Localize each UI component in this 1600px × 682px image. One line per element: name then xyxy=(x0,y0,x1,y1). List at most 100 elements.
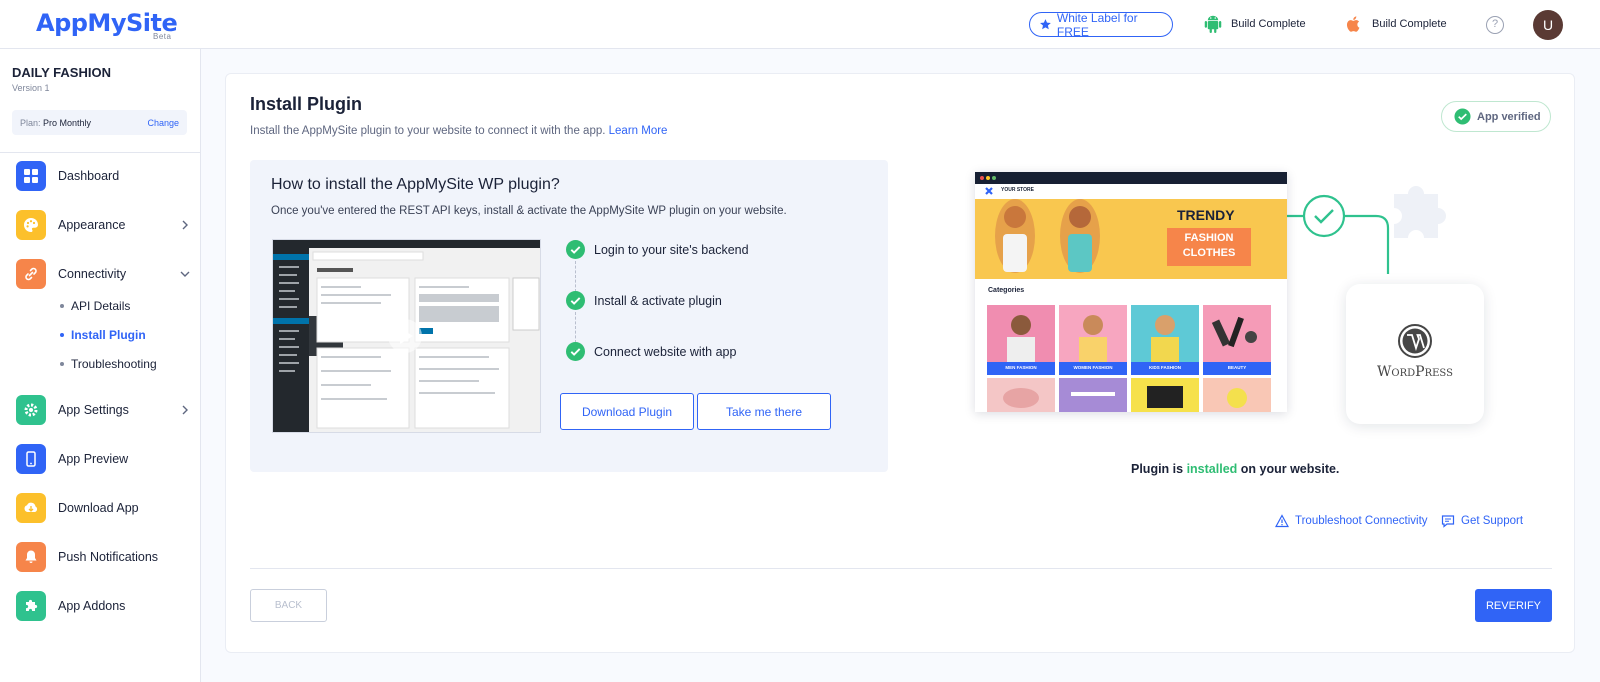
step-label: Login to your site's backend xyxy=(594,242,749,257)
app-verified-badge: App verified xyxy=(1441,101,1551,132)
sidebar-item-download-app[interactable]: Download App xyxy=(16,492,192,524)
category-label: KIDS FASHION xyxy=(1148,365,1181,370)
category-label: MEN FASHION xyxy=(1005,365,1037,370)
plan-text: Plan: Pro Monthly xyxy=(20,118,91,128)
sidebar-item-push-notifications[interactable]: Push Notifications xyxy=(16,541,192,573)
plan-value: Pro Monthly xyxy=(43,117,92,128)
sidebar-item-label: App Preview xyxy=(58,452,129,466)
step-connect: Connect website with app xyxy=(566,342,736,361)
subitem-label: API Details xyxy=(71,299,131,313)
sidebar-item-app-addons[interactable]: App Addons xyxy=(16,590,192,622)
ios-build-status[interactable]: Build Complete xyxy=(1345,13,1447,35)
tutorial-video[interactable] xyxy=(272,239,541,433)
bullet xyxy=(60,304,64,308)
dashboard-icon xyxy=(16,161,46,191)
banner-tag-2: CLOTHES xyxy=(1182,247,1236,259)
sidebar-item-label: Push Notifications xyxy=(58,550,159,564)
verified-text: App verified xyxy=(1477,110,1541,123)
connector-check-circle xyxy=(1302,194,1346,238)
sidebar-subitem-install-plugin[interactable]: Install Plugin xyxy=(60,328,146,342)
sidebar-item-label: App Addons xyxy=(58,599,126,613)
step-connector xyxy=(575,261,576,292)
plugin-status: Plugin is installed on your website. xyxy=(1131,462,1339,476)
check-circle-icon xyxy=(566,291,585,310)
status-highlight: installed xyxy=(1186,462,1238,476)
status-suffix: on your website. xyxy=(1240,462,1340,476)
troubleshoot-connectivity-link[interactable]: Troubleshoot Connectivity xyxy=(1275,514,1428,528)
help-icon[interactable]: ? xyxy=(1486,16,1504,34)
back-button[interactable]: BACK xyxy=(250,589,327,622)
wp-admin-screenshot xyxy=(273,240,540,432)
store-brand: YOUR STORE xyxy=(1001,187,1034,193)
subtitle-text: Install the AppMySite plugin to your web… xyxy=(250,125,606,137)
white-label-button[interactable]: White Label for FREE xyxy=(1029,11,1173,39)
troubleshoot-label: Troubleshoot Connectivity xyxy=(1295,515,1428,527)
sidebar-item-label: Connectivity xyxy=(58,267,127,281)
get-support-link[interactable]: Get Support xyxy=(1441,514,1523,528)
download-plugin-button[interactable]: Download Plugin xyxy=(560,393,694,430)
step-label: Connect website with app xyxy=(594,344,737,359)
plan-key: Plan: xyxy=(20,117,41,128)
subitem-label: Install Plugin xyxy=(71,328,146,342)
link-icon xyxy=(16,259,46,289)
sidebar-item-label: Download App xyxy=(58,501,139,515)
sidebar-item-connectivity[interactable]: Connectivity xyxy=(16,258,192,290)
change-plan-link[interactable]: Change xyxy=(147,118,179,128)
check-circle-icon xyxy=(566,240,585,259)
step-install: Install & activate plugin xyxy=(566,291,722,310)
bullet xyxy=(60,333,64,337)
page-title: Install Plugin xyxy=(250,94,363,114)
how-to-install-panel: How to install the AppMySite WP plugin? … xyxy=(250,160,888,472)
sidebar-item-dashboard[interactable]: Dashboard xyxy=(16,160,192,192)
sidebar-subitem-troubleshooting[interactable]: Troubleshooting xyxy=(60,357,157,371)
user-avatar[interactable]: U xyxy=(1533,10,1563,40)
sidebar: DAILY FASHION Version 1 Plan: Pro Monthl… xyxy=(0,49,201,682)
sidebar-item-label: Appearance xyxy=(58,218,126,232)
banner-tag-1: FASHION xyxy=(1184,232,1234,244)
sidebar-item-appearance[interactable]: Appearance xyxy=(16,209,192,241)
check-circle-icon xyxy=(1454,108,1471,125)
top-bar: AppMySite Beta White Label for FREE Buil… xyxy=(0,0,1600,49)
learn-more-link[interactable]: Learn More xyxy=(609,125,668,137)
star-icon xyxy=(1040,19,1051,30)
chevron-right-icon xyxy=(182,220,188,230)
step-login: Login to your site's backend xyxy=(566,240,749,259)
page-subtitle: Install the AppMySite plugin to your web… xyxy=(250,125,667,137)
bell-icon xyxy=(16,542,46,572)
ios-status-text: Build Complete xyxy=(1372,18,1447,30)
footer-divider xyxy=(250,568,1552,569)
wordpress-icon xyxy=(1398,324,1432,358)
app-version: Version 1 xyxy=(12,83,50,93)
install-plugin-card: Install Plugin Install the AppMySite plu… xyxy=(225,73,1575,653)
sidebar-item-app-preview[interactable]: App Preview xyxy=(16,443,192,475)
step-label: Install & activate plugin xyxy=(594,293,722,308)
take-me-there-button[interactable]: Take me there xyxy=(697,393,831,430)
android-status-text: Build Complete xyxy=(1231,18,1306,30)
cloud-download-icon xyxy=(16,493,46,523)
reverify-button[interactable]: REVERIFY xyxy=(1475,589,1552,622)
sidebar-item-app-settings[interactable]: App Settings xyxy=(16,394,192,426)
wordpress-wordmark: WordPress xyxy=(1377,364,1453,380)
sidebar-subitem-api-details[interactable]: API Details xyxy=(60,299,130,313)
check-circle-icon xyxy=(566,342,585,361)
beta-badge: Beta xyxy=(153,32,172,41)
wordpress-card: WordPress xyxy=(1346,284,1484,424)
android-build-status[interactable]: Build Complete xyxy=(1204,13,1306,35)
puzzle-icon xyxy=(16,591,46,621)
chevron-down-icon xyxy=(180,271,190,277)
status-prefix: Plugin is xyxy=(1131,462,1184,476)
store-preview-mockup: YOUR STORE TRENDY FASHION CLOTHES Catego… xyxy=(975,172,1287,412)
plan-box: Plan: Pro Monthly Change xyxy=(12,110,187,135)
phone-icon xyxy=(16,444,46,474)
warning-icon xyxy=(1275,514,1289,528)
how-to-description: Once you've entered the REST API keys, i… xyxy=(271,205,787,217)
connection-illustration xyxy=(1264,186,1446,274)
subitem-label: Troubleshooting xyxy=(71,357,157,371)
sidebar-item-label: Dashboard xyxy=(58,169,120,183)
gear-icon xyxy=(16,395,46,425)
sidebar-divider xyxy=(0,152,201,153)
categories-title: Categories xyxy=(988,287,1025,294)
support-label: Get Support xyxy=(1461,515,1524,527)
chevron-right-icon xyxy=(182,405,188,415)
app-name: DAILY FASHION xyxy=(12,65,111,80)
